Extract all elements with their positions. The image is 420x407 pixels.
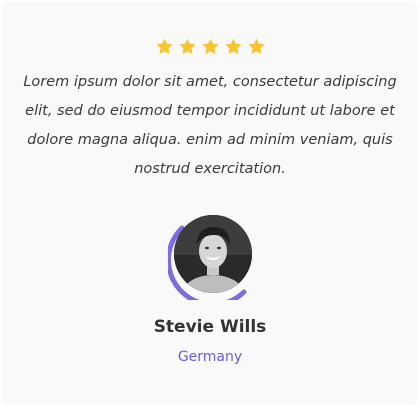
testimonial-card: Lorem ipsum dolor sit amet, consectetur … [2, 2, 418, 405]
author-location: Germany [177, 349, 243, 365]
avatar [174, 215, 252, 293]
star-icon [155, 37, 174, 56]
star-icon [224, 37, 243, 56]
star-icon [201, 37, 220, 56]
star-icon [178, 37, 197, 56]
star-rating [2, 37, 418, 56]
avatar-container [168, 210, 256, 300]
author-name: Stevie Wills [153, 317, 267, 337]
avatar-photo [174, 215, 252, 293]
testimonial-quote: Lorem ipsum dolor sit amet, consectetur … [23, 74, 397, 177]
star-icon [247, 37, 266, 56]
